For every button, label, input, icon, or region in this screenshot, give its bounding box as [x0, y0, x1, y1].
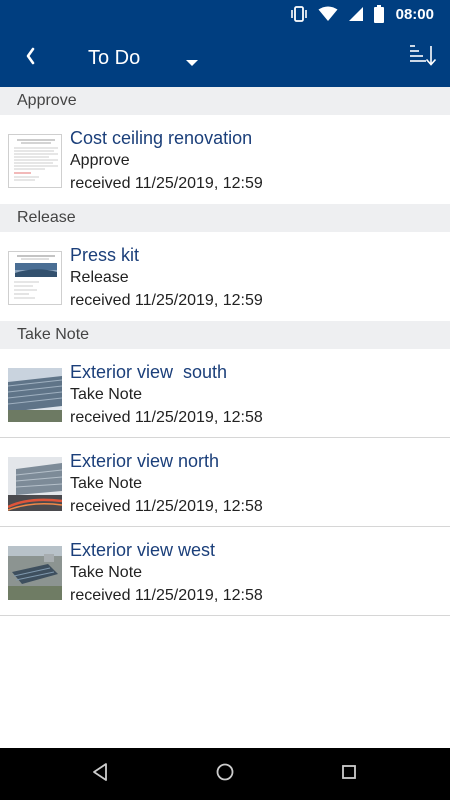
list-item[interactable]: Exterior view north Take Note received 1… — [0, 438, 450, 527]
document-thumbnail — [8, 251, 62, 305]
wifi-icon — [318, 6, 338, 22]
recents-square-icon — [340, 763, 358, 786]
document-thumbnail — [8, 134, 62, 188]
signal-icon — [348, 6, 364, 22]
item-subtitle: Take Note — [70, 564, 143, 581]
list-item[interactable]: Exterior view south Take Note received 1… — [0, 349, 450, 438]
item-title: Exterior view west — [70, 540, 216, 560]
photo-thumbnail — [8, 457, 62, 511]
item-date: received 11/25/2019, 12:59 — [70, 175, 263, 192]
system-nav-bar — [0, 748, 450, 800]
section-header-approve: Approve — [0, 87, 450, 115]
status-bar: 08:00 — [0, 0, 450, 28]
status-time: 08:00 — [395, 5, 434, 23]
view-selector[interactable]: To Do — [78, 40, 218, 76]
item-date: received 11/25/2019, 12:59 — [70, 292, 263, 309]
item-title: Cost ceiling renovation — [70, 128, 253, 148]
todo-list: Approve Cost ceiling renovation Approve — [0, 87, 450, 616]
status-icons: 08:00 — [290, 0, 434, 28]
item-date: received 11/25/2019, 12:58 — [70, 409, 263, 426]
vibrate-icon — [290, 5, 308, 23]
sort-button[interactable] — [406, 40, 440, 74]
nav-back-button[interactable] — [86, 760, 114, 788]
list-item[interactable]: Exterior view west Take Note received 11… — [0, 527, 450, 616]
home-circle-icon — [215, 762, 235, 787]
back-triangle-icon — [91, 762, 109, 787]
item-subtitle: Release — [70, 269, 129, 286]
nav-home-button[interactable] — [211, 760, 239, 788]
item-title: Exterior view south — [70, 362, 228, 382]
list-item[interactable]: Cost ceiling renovation Approve received… — [0, 115, 450, 204]
section-header-take-note: Take Note — [0, 321, 450, 349]
item-date: received 11/25/2019, 12:58 — [70, 498, 263, 515]
item-subtitle: Take Note — [70, 475, 143, 492]
nav-recents-button[interactable] — [335, 760, 363, 788]
back-button[interactable] — [14, 42, 48, 74]
battery-icon — [373, 5, 384, 23]
item-subtitle: Approve — [70, 152, 130, 169]
item-date: received 11/25/2019, 12:58 — [70, 587, 263, 604]
sort-icon — [409, 44, 437, 71]
chevron-left-icon — [24, 47, 38, 70]
item-title: Press kit — [70, 245, 140, 265]
item-subtitle: Take Note — [70, 386, 143, 403]
caret-down-icon — [185, 54, 199, 72]
item-title: Exterior view north — [70, 451, 220, 471]
photo-thumbnail — [8, 546, 62, 600]
page-title: To Do — [88, 46, 141, 69]
photo-thumbnail — [8, 368, 62, 422]
app-bar: To Do — [0, 28, 450, 87]
section-header-release: Release — [0, 204, 450, 232]
list-item[interactable]: Press kit Release received 11/25/2019, 1… — [0, 232, 450, 321]
